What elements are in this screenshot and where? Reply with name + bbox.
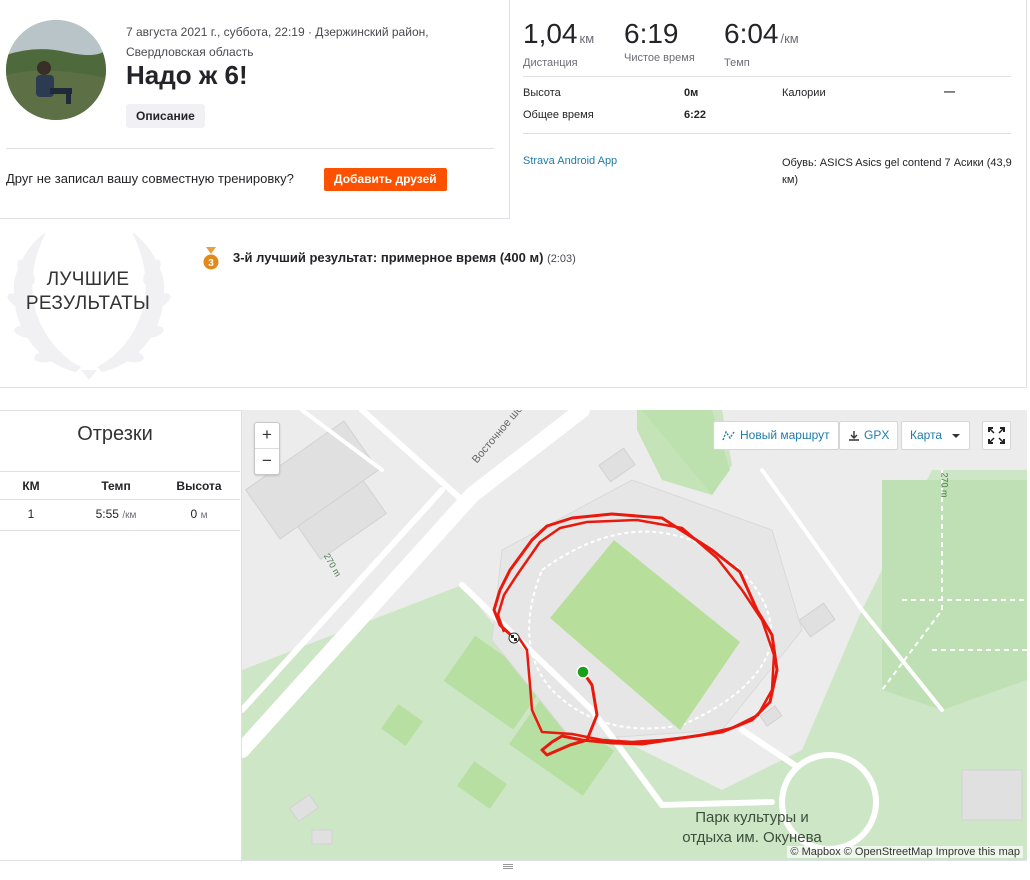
elevation-value: 0м — [684, 87, 699, 99]
divider — [523, 76, 1011, 77]
splits-title: Отрезки — [77, 423, 153, 445]
resize-handle[interactable] — [0, 860, 1027, 872]
elapsed-time-value: 6:22 — [684, 109, 707, 121]
elevation-label: Высота — [523, 87, 561, 99]
map-attribution[interactable]: © Mapbox © OpenStreetMap Improve this ma… — [787, 846, 1023, 858]
start-marker — [576, 665, 590, 679]
friend-prompt: Друг не записал вашу совместную трениров… — [6, 171, 294, 186]
calories-label: Калории — [782, 87, 826, 99]
stat-pace: 6:04/км Темп — [724, 18, 799, 69]
grip-icon — [503, 864, 513, 869]
split-elevation-unit: м — [200, 510, 208, 521]
description-button[interactable]: Описание — [126, 104, 205, 128]
gpx-download-button[interactable]: GPX — [839, 421, 899, 450]
divider — [6, 148, 494, 149]
fullscreen-icon — [988, 427, 1005, 444]
activity-date-location: 7 августа 2021 г., суббота, 22:19 · Дзер… — [126, 25, 429, 59]
pace-value: 6:04 — [724, 18, 779, 49]
stat-distance: 1,04 км Дистанция — [523, 18, 594, 69]
best-efforts-badge: ЛУЧШИЕ РЕЗУЛЬТАТЫ — [25, 269, 151, 314]
best-effort-time: (2:03) — [547, 253, 576, 265]
moving-time-value: 6:19 — [624, 18, 679, 49]
calories-value: — — [944, 86, 955, 98]
splits-header-elevation: Высота — [176, 479, 222, 493]
map-type-dropdown[interactable]: Карта — [901, 421, 971, 450]
split-pace: 5:55 /км — [76, 500, 156, 530]
gpx-label: GPX — [864, 428, 890, 442]
map-canvas[interactable] — [242, 410, 1027, 860]
split-km: 1 — [27, 507, 35, 521]
activity-stats: 1,04 км Дистанция 6:19 Чистое время 6:04/… — [523, 0, 1013, 219]
divider — [523, 133, 1011, 134]
zoom-control: + − — [254, 422, 280, 475]
medal-rank: 3 — [208, 258, 214, 269]
split-pace-value: 5:55 — [95, 507, 119, 521]
splits-header-pace: Темп — [101, 479, 131, 493]
distance-label: 270 m — [939, 472, 950, 498]
shoes-info: Обувь: ASICS Asics gel contend 7 Асики (… — [782, 157, 1012, 186]
distance-label: Дистанция — [523, 57, 578, 69]
split-pace-unit: /км — [122, 510, 137, 521]
split-elevation: 0 м — [165, 500, 233, 530]
map-type-label: Карта — [910, 428, 943, 442]
park-label: Парк культуры и отдыха им. Окунева — [682, 809, 822, 846]
pace-unit: /км — [780, 31, 799, 46]
zoom-in-button[interactable]: + — [255, 423, 279, 449]
new-route-label: Новый маршрут — [740, 428, 830, 442]
elapsed-time-label: Общее время — [523, 109, 594, 121]
pace-label: Темп — [724, 57, 750, 69]
add-friends-button[interactable]: Добавить друзей — [324, 168, 447, 191]
split-elevation-value: 0 — [190, 507, 198, 521]
download-icon — [849, 430, 859, 441]
new-route-button[interactable]: Новый маршрут — [713, 421, 839, 450]
best-effort-item[interactable]: 3-й лучший результат: примерное время (4… — [233, 250, 576, 265]
stat-moving-time: 6:19 Чистое время — [624, 18, 695, 64]
activity-header: 7 августа 2021 г., суббота, 22:19 · Дзер… — [0, 0, 510, 219]
moving-time-label: Чистое время — [624, 52, 695, 64]
athlete-avatar[interactable] — [6, 20, 106, 120]
distance-value: 1,04 — [523, 18, 578, 49]
medal-icon: 3 — [203, 247, 219, 270]
route-map[interactable]: Восточное шоссе 270 m 270 m Парк культур… — [242, 410, 1027, 860]
chevron-down-icon — [952, 433, 961, 438]
activity-card: 7 августа 2021 г., суббота, 22:19 · Дзер… — [0, 0, 1027, 388]
distance-unit: км — [579, 31, 595, 46]
fullscreen-button[interactable] — [982, 421, 1011, 450]
splits-header-row: КМ Темп Высота — [0, 471, 240, 500]
route-icon — [722, 430, 735, 441]
table-row[interactable]: 1 5:55 /км 0 м — [0, 500, 240, 531]
best-effort-text: 3-й лучший результат: примерное время (4… — [233, 250, 544, 265]
activity-title: Надо ж 6! — [126, 60, 248, 90]
device-link[interactable]: Strava Android App — [523, 155, 617, 167]
zoom-out-button[interactable]: − — [255, 449, 279, 475]
finish-marker — [508, 632, 520, 644]
splits-panel: Отрезки КМ Темп Высота 1 5:55 /км 0 м — [0, 410, 242, 862]
splits-header-km: КМ — [22, 479, 40, 493]
